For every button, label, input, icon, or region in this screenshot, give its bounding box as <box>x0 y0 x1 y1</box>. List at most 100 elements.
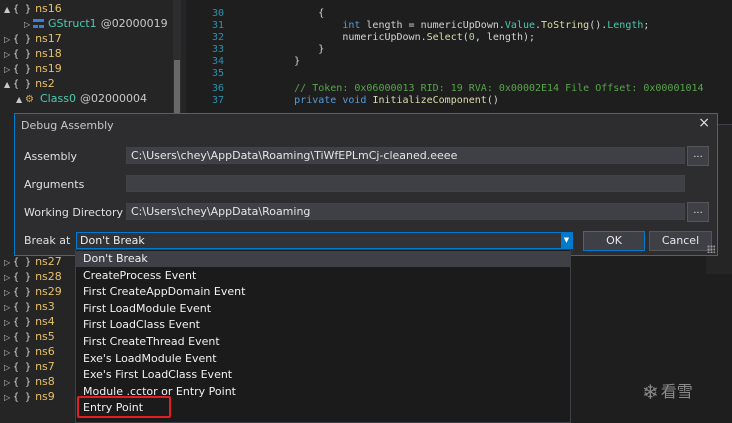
code-line: 31 int length = numericUpDown.Value.ToSt… <box>190 20 649 32</box>
tree-item-label: ns4 <box>35 315 55 328</box>
tree-item-ns8[interactable]: ▷{ } ns8 <box>0 374 55 389</box>
collapsed-arrow-icon[interactable]: ▷ <box>4 390 13 405</box>
annotation-highlight-box <box>77 396 171 418</box>
code-line: 33 } <box>190 44 324 56</box>
namespace-icon: { } <box>13 34 32 45</box>
code-token: InitializeComponent <box>372 95 487 106</box>
dropdown-option[interactable]: First LoadModule Event <box>76 301 570 317</box>
break-at-label: Break at <box>24 234 71 247</box>
collapsed-arrow-icon[interactable]: ▷ <box>4 285 13 300</box>
tree-scrollbar-thumb[interactable] <box>174 60 180 120</box>
collapsed-arrow-icon[interactable]: ▷ <box>4 300 13 315</box>
assembly-input[interactable]: C:\Users\chey\AppData\Roaming\TiWfEPLmCj… <box>126 147 685 164</box>
line-number: 36 <box>211 83 224 94</box>
line-number: 33 <box>211 44 224 55</box>
tree-item-ns3[interactable]: ▷{ } ns3 <box>0 299 55 314</box>
line-number: 35 <box>211 68 224 79</box>
code-token: (). <box>589 20 608 31</box>
collapsed-arrow-icon[interactable]: ▷ <box>4 345 13 360</box>
code-line: 36 // Token: 0x06000013 RID: 19 RVA: 0x0… <box>190 83 704 95</box>
collapsed-arrow-icon[interactable]: ▷ <box>4 360 13 375</box>
expanded-arrow-icon[interactable]: ▲ <box>16 92 25 107</box>
tree-item-label: ns19 <box>35 62 62 75</box>
assembly-label: Assembly <box>24 150 78 163</box>
namespace-icon: { } <box>13 332 32 343</box>
tree-item-label: ns27 <box>35 255 62 268</box>
namespace-icon: { } <box>13 302 32 313</box>
dropdown-option[interactable]: Exe's LoadModule Event <box>76 351 570 367</box>
snowflake-icon: ❄ <box>642 380 659 404</box>
collapsed-arrow-icon[interactable]: ▷ <box>4 255 13 270</box>
tree-item-ns6[interactable]: ▷{ } ns6 <box>0 344 55 359</box>
dropdown-option[interactable]: First CreateThread Event <box>76 334 570 350</box>
tree-item-ns9[interactable]: ▷{ } ns9 <box>0 389 55 404</box>
collapsed-arrow-icon[interactable]: ▷ <box>24 17 33 32</box>
tree-item-ns18[interactable]: ▷{ } ns18 <box>0 46 62 61</box>
code-line: 34 } <box>190 56 300 68</box>
tree-item-ns7[interactable]: ▷{ } ns7 <box>0 359 55 374</box>
dropdown-option[interactable]: First LoadClass Event <box>76 317 570 333</box>
collapsed-arrow-icon[interactable]: ▷ <box>4 315 13 330</box>
tree-item-ns17[interactable]: ▷{ } ns17 <box>0 31 62 46</box>
code-line: 35 <box>190 68 246 80</box>
collapsed-arrow-icon[interactable]: ▷ <box>4 375 13 390</box>
namespace-icon: { } <box>13 4 32 15</box>
tree-item-label: ns9 <box>35 390 55 403</box>
tree-item-label: ns5 <box>35 330 55 343</box>
code-token: } <box>246 56 301 67</box>
tree-item-label: ns8 <box>35 375 55 388</box>
collapsed-arrow-icon[interactable]: ▷ <box>4 330 13 345</box>
code-token: length = numericUpDown. <box>360 20 505 31</box>
tree-item-label: ns2 <box>35 77 55 90</box>
working-directory-input[interactable]: C:\Users\chey\AppData\Roaming <box>126 203 685 220</box>
namespace-icon: { } <box>13 317 32 328</box>
resize-grip-icon[interactable] <box>707 245 715 253</box>
tree-item-ns2[interactable]: ▲{ } ns2 <box>0 76 55 91</box>
code-line: 30 { <box>190 8 324 20</box>
namespace-icon: { } <box>13 49 32 60</box>
dropdown-option[interactable]: Don't Break <box>76 251 570 267</box>
dropdown-option[interactable]: CreateProcess Event <box>76 268 570 284</box>
close-icon[interactable]: × <box>698 115 710 131</box>
namespace-icon: { } <box>13 64 32 75</box>
working-directory-browse-button[interactable]: ... <box>687 202 709 222</box>
tree-item-ns29[interactable]: ▷{ } ns29 <box>0 284 62 299</box>
tree-item-class0[interactable]: ▲ ⚙ Class0 @02000004 <box>0 91 147 106</box>
tree-item-ns19[interactable]: ▷{ } ns19 <box>0 61 62 76</box>
cancel-button[interactable]: Cancel <box>649 231 712 251</box>
namespace-icon: { } <box>13 287 32 298</box>
tree-item-ns27[interactable]: ▷{ } ns27 <box>0 254 62 269</box>
namespace-icon: { } <box>13 347 32 358</box>
code-token: ToString <box>541 20 590 31</box>
break-at-combobox[interactable]: Don't Break ▼ <box>76 232 573 249</box>
collapsed-arrow-icon[interactable]: ▷ <box>4 32 13 47</box>
collapsed-arrow-icon[interactable]: ▷ <box>4 62 13 77</box>
assembly-browse-button[interactable]: ... <box>687 146 709 166</box>
tree-item-gstruct1[interactable]: ▷ GStruct1 @02000019 <box>0 16 168 31</box>
code-token: { <box>246 8 325 19</box>
tree-item-ns5[interactable]: ▷{ } ns5 <box>0 329 55 344</box>
line-number: 37 <box>211 95 224 106</box>
code-token: ; <box>643 20 650 31</box>
tree-item-ns16[interactable]: ▲{ } ns16 <box>0 1 62 16</box>
arguments-label: Arguments <box>24 178 85 191</box>
dropdown-option[interactable]: Exe's First LoadClass Event <box>76 367 570 383</box>
collapsed-arrow-icon[interactable]: ▷ <box>4 270 13 285</box>
expanded-arrow-icon[interactable]: ▲ <box>4 77 13 92</box>
ok-button[interactable]: OK <box>583 231 645 251</box>
tree-item-ns28[interactable]: ▷{ } ns28 <box>0 269 62 284</box>
chevron-down-icon[interactable]: ▼ <box>561 233 572 248</box>
collapsed-arrow-icon[interactable]: ▷ <box>4 47 13 62</box>
line-number: 32 <box>211 32 224 43</box>
code-token: Select <box>426 32 463 43</box>
dropdown-option[interactable]: First CreateAppDomain Event <box>76 284 570 300</box>
tree-item-label: ns28 <box>35 270 62 283</box>
tree-item-ns4[interactable]: ▷{ } ns4 <box>0 314 55 329</box>
namespace-icon: { } <box>13 257 32 268</box>
watermark-text: 看雪 <box>660 382 693 401</box>
namespace-icon: { } <box>13 392 32 403</box>
expanded-arrow-icon[interactable]: ▲ <box>4 2 13 17</box>
arguments-input[interactable] <box>126 175 685 192</box>
code-token: numericUpDown. <box>246 32 427 43</box>
